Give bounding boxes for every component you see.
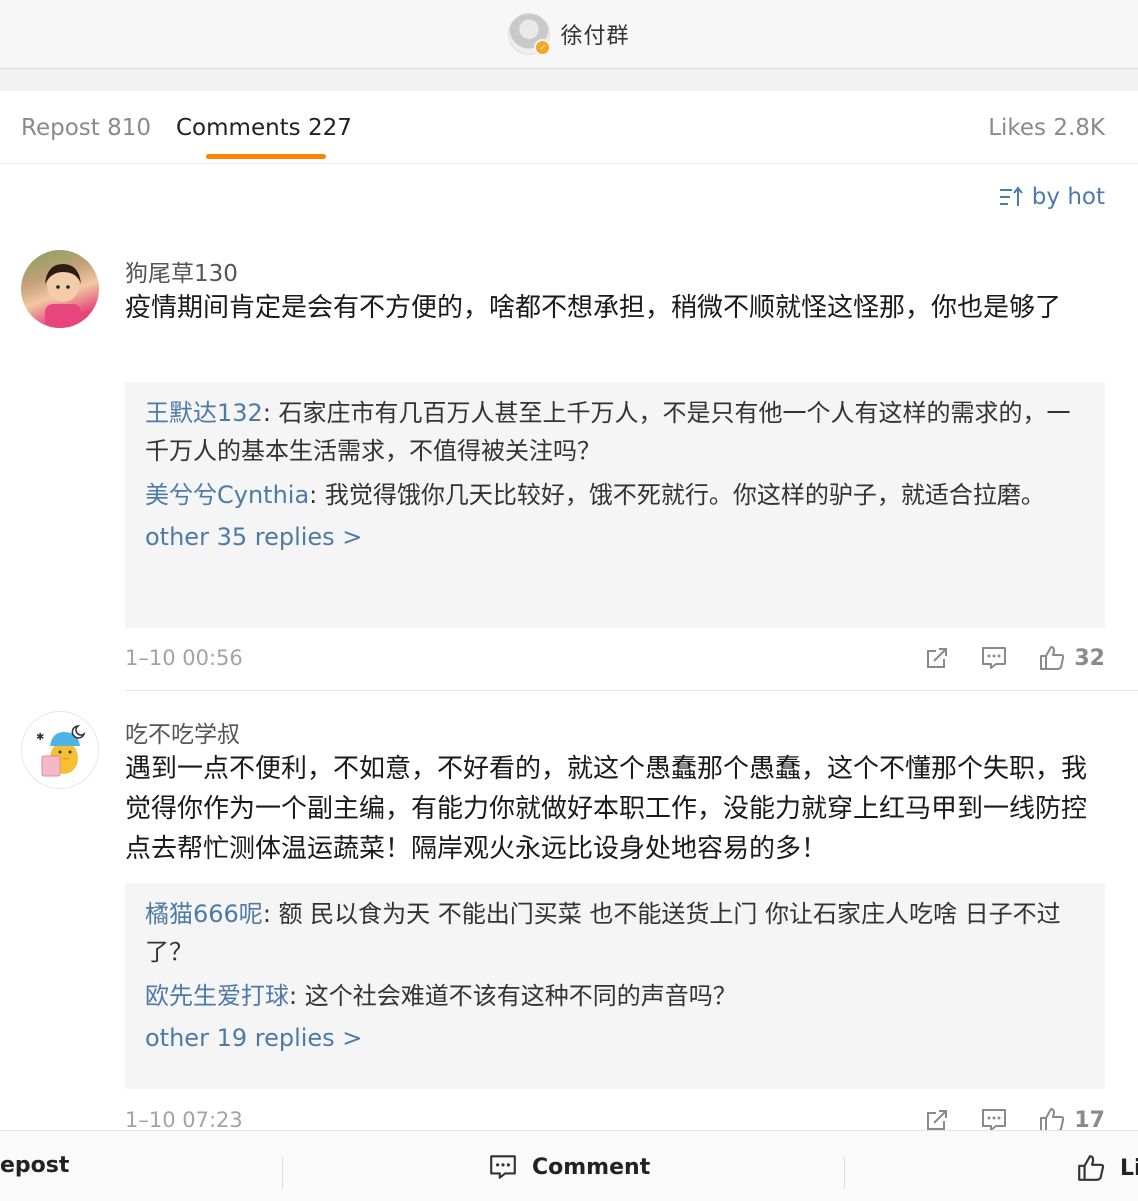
comment-text: 疫情期间肯定是会有不方便的，啥都不想承担，稍微不顺就怪这怪那，你也是够了 (125, 293, 1062, 323)
comment-time: 1–10 00:56 (125, 646, 243, 670)
avatar[interactable]: ✱ (21, 711, 99, 789)
author-name[interactable]: 徐付群 (560, 18, 629, 50)
tab-likes[interactable]: Likes 2.8K (988, 115, 1105, 141)
like-button[interactable]: Li (1076, 1153, 1138, 1183)
author-avatar[interactable]: ✓ (508, 13, 552, 56)
more-replies-link[interactable]: other 19 replies > (145, 1021, 1085, 1055)
reply-item: 橘猫666呢: 额 民以食为天 不能出门买菜 也不能送货上门 你让石家庄人吃啥 … (145, 895, 1085, 971)
reply-box[interactable]: 橘猫666呢: 额 民以食为天 不能出门买菜 也不能送货上门 你让石家庄人吃啥 … (125, 883, 1105, 1089)
reply-text: : 额 民以食为天 不能出门买菜 也不能送货上门 你让石家庄人吃啥 日子不过了？ (145, 900, 1061, 966)
comment-button[interactable]: Comment (488, 1153, 650, 1181)
divider (282, 1157, 283, 1189)
top-bar: ✓ 徐付群 (0, 0, 1138, 69)
bottom-action-bar: epost Comment Li (0, 1130, 1138, 1201)
like-button-label: Li (1120, 1155, 1138, 1181)
comment-time: 1–10 07:23 (125, 1108, 243, 1132)
avatar[interactable] (21, 250, 99, 328)
comment-icon (490, 1155, 516, 1179)
section-gap (0, 69, 1138, 91)
tab-bar: Repost 810 Comments 227 Likes 2.8K (0, 91, 1138, 164)
sort-icon (999, 186, 1023, 206)
comment-button-label: Comment (532, 1154, 651, 1180)
more-replies-link[interactable]: other 35 replies > (145, 520, 1085, 554)
comment-actions: 32 (894, 644, 1105, 672)
reply-author[interactable]: 橘猫666呢 (145, 900, 263, 928)
repost-button[interactable]: epost (0, 1153, 69, 1178)
reply-text: : 石家庄市有几百万人甚至上千万人，不是只有他一个人有这样的需求的，一千万人的基… (145, 399, 1071, 465)
divider (125, 690, 1138, 691)
reply-author[interactable]: 美兮兮Cynthia (145, 481, 309, 509)
share-button[interactable] (924, 645, 950, 671)
divider (844, 1157, 845, 1189)
comment-author[interactable]: 吃不吃学叔 (125, 715, 240, 749)
thumbs-up-icon (1078, 1155, 1105, 1181)
reply-author[interactable]: 欧先生爱打球 (145, 982, 289, 1010)
comment-text: 遇到一点不便利，不如意，不好看的，就这个愚蠢那个愚蠢，这个不懂那个失职，我觉得你… (125, 754, 1088, 864)
reply-item: 欧先生爱打球: 这个社会难道不该有这种不同的声音吗？ (145, 977, 1085, 1015)
reply-box[interactable]: 王默达132: 石家庄市有几百万人甚至上千万人，不是只有他一个人有这样的需求的，… (125, 382, 1105, 628)
share-icon (927, 648, 948, 668)
sort-button[interactable]: by hot (998, 184, 1105, 210)
comment-author[interactable]: 狗尾草130 (125, 254, 238, 288)
reply-button[interactable] (980, 645, 1008, 671)
tab-comments[interactable]: Comments 227 (176, 115, 352, 141)
comment-icon (982, 647, 1007, 669)
like-count: 32 (1074, 645, 1105, 671)
reply-item: 王默达132: 石家庄市有几百万人甚至上千万人，不是只有他一个人有这样的需求的，… (145, 394, 1085, 470)
thumbs-up-icon (1040, 646, 1065, 670)
reply-author[interactable]: 王默达132 (145, 399, 263, 427)
like-button[interactable]: 32 (1038, 644, 1105, 672)
sort-label: by hot (1031, 184, 1105, 210)
verified-badge-icon: ✓ (534, 39, 552, 56)
comment-meta: 1–10 00:56 32 (125, 646, 1105, 676)
reply-text: : 这个社会难道不该有这种不同的声音吗？ (289, 982, 737, 1010)
like-count: 17 (1074, 1107, 1105, 1133)
active-tab-indicator (206, 154, 326, 159)
svg-text:✱: ✱ (36, 732, 44, 743)
tab-repost[interactable]: Repost 810 (21, 115, 151, 141)
reply-text: : 我觉得饿你几天比较好，饿不死就行。你这样的驴子，就适合拉磨。 (309, 481, 1045, 509)
reply-item: 美兮兮Cynthia: 我觉得饿你几天比较好，饿不死就行。你这样的驴子，就适合拉… (145, 476, 1085, 514)
